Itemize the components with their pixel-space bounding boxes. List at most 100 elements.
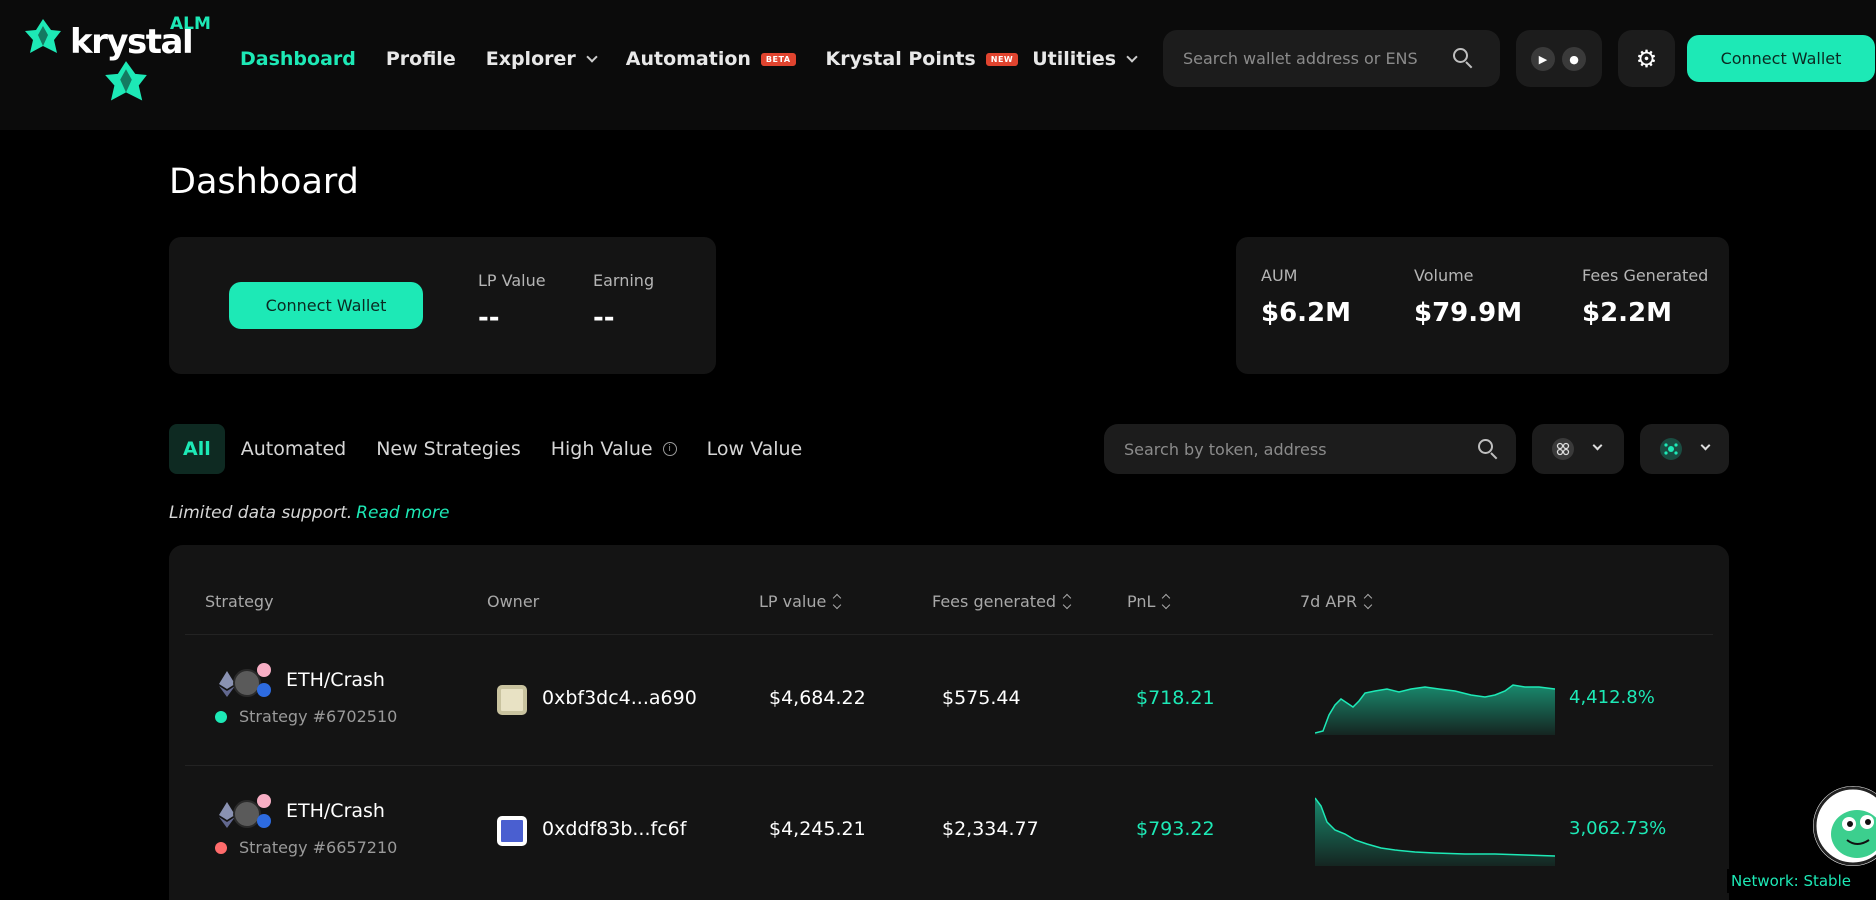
wallet-search-box bbox=[1163, 30, 1500, 87]
all-protocols-icon bbox=[1660, 438, 1682, 460]
tab-low-value[interactable]: Low Value bbox=[707, 424, 803, 474]
lp-value-cell: $4,684.22 bbox=[769, 687, 866, 709]
gear-icon: ⚙ bbox=[1635, 44, 1658, 73]
col-pnl[interactable]: PnL bbox=[1127, 592, 1171, 611]
top-header: krystal ALM Dashboard Profile Explorer A… bbox=[0, 0, 1876, 130]
tab-new-strategies[interactable]: New Strategies bbox=[376, 424, 521, 474]
all-chains-icon bbox=[1552, 438, 1574, 460]
info-icon[interactable]: i bbox=[662, 442, 677, 456]
chevron-down-icon bbox=[1126, 50, 1138, 63]
mascot-icon bbox=[1813, 786, 1876, 866]
col-lp-value[interactable]: LP value bbox=[759, 592, 842, 611]
chevron-down-icon bbox=[1700, 440, 1711, 451]
nav-explorer[interactable]: Explorer bbox=[485, 48, 598, 70]
nav-explorer-label: Explorer bbox=[485, 48, 576, 70]
chevron-down-icon bbox=[586, 50, 598, 63]
protocol-filter-dropdown[interactable] bbox=[1640, 424, 1729, 474]
search-icon[interactable] bbox=[1478, 439, 1498, 460]
strategy-pair: ETH/Crash bbox=[286, 669, 385, 691]
chain-icon bbox=[257, 683, 271, 697]
beta-badge: BETA bbox=[760, 52, 796, 66]
apple-icon[interactable]: ● bbox=[1562, 47, 1586, 71]
fees-cell: $2,334.77 bbox=[942, 818, 1039, 840]
search-icon[interactable] bbox=[1453, 48, 1473, 69]
sort-icon bbox=[1162, 593, 1171, 610]
strategy-id: Strategy #6702510 bbox=[215, 707, 398, 726]
wallet-search-input[interactable] bbox=[1183, 30, 1443, 87]
strategies-table: Strategy Owner LP value Fees generated P… bbox=[169, 545, 1729, 900]
aum-value: $6.2M bbox=[1261, 298, 1352, 328]
fees-cell: $575.44 bbox=[942, 687, 1021, 709]
strategy-search-input[interactable] bbox=[1124, 424, 1464, 474]
tab-automated[interactable]: Automated bbox=[241, 424, 346, 474]
page-title: Dashboard bbox=[169, 162, 359, 202]
sort-icon bbox=[1062, 593, 1072, 610]
strategy-search-box bbox=[1104, 424, 1516, 474]
read-more-link[interactable]: Read more bbox=[356, 503, 449, 523]
lp-value: -- bbox=[478, 303, 500, 333]
avatar bbox=[497, 685, 527, 715]
header-connect-wallet-button[interactable]: Connect Wallet bbox=[1687, 35, 1875, 82]
owner-address[interactable]: 0xbf3dc4...a690 bbox=[542, 687, 697, 709]
apr-sparkline bbox=[1315, 684, 1555, 735]
pnl-cell: $718.21 bbox=[1136, 687, 1215, 709]
strategy-id-label: Strategy #6702510 bbox=[239, 707, 398, 726]
new-badge: NEW bbox=[985, 52, 1019, 66]
data-support-notice: Limited data support. Read more bbox=[169, 503, 449, 523]
protocol-stats-card: AUM $6.2M Volume $79.9M Fees Generated $… bbox=[1236, 237, 1729, 374]
wallet-summary-card: Connect Wallet LP Value -- Earning -- bbox=[169, 237, 716, 374]
col-strategy: Strategy bbox=[205, 592, 274, 611]
col-owner: Owner bbox=[487, 592, 540, 611]
tab-high-value[interactable]: High Value i bbox=[551, 424, 677, 474]
lp-value-label: LP Value bbox=[478, 271, 546, 290]
nav-automation[interactable]: Automation BETA bbox=[626, 48, 796, 70]
nav-points-label: Krystal Points bbox=[825, 48, 976, 70]
col-apr-label: 7d APR bbox=[1300, 592, 1358, 611]
pnl-cell: $793.22 bbox=[1136, 818, 1215, 840]
google-play-icon[interactable]: ▶ bbox=[1531, 47, 1555, 71]
settings-button[interactable]: ⚙ bbox=[1618, 30, 1675, 87]
table-row[interactable]: ETH/Crash Strategy #6657210 0xddf83b...f… bbox=[169, 766, 1729, 896]
main-nav: Dashboard Profile Explorer Automation BE… bbox=[240, 46, 1166, 72]
chevron-down-icon bbox=[1592, 440, 1603, 451]
fees-generated-label: Fees Generated bbox=[1582, 266, 1709, 285]
token-pair-icons bbox=[219, 794, 281, 832]
network-status: Network: Stable bbox=[1727, 869, 1876, 893]
nav-utilities-label: Utilities bbox=[1032, 48, 1117, 70]
notice-text: Limited data support. bbox=[169, 503, 353, 523]
nav-profile[interactable]: Profile bbox=[386, 48, 456, 70]
protocol-icon bbox=[257, 794, 271, 808]
chain-filter-dropdown[interactable] bbox=[1532, 424, 1624, 474]
sort-icon bbox=[1363, 593, 1373, 610]
nav-krystal-points[interactable]: Krystal Points NEW bbox=[826, 48, 1019, 70]
nav-dashboard[interactable]: Dashboard bbox=[240, 48, 356, 70]
brand-tag: ALM bbox=[170, 14, 211, 34]
app-store-links: ▶ ● bbox=[1516, 30, 1602, 87]
col-7d-apr[interactable]: 7d APR bbox=[1300, 592, 1373, 611]
connect-wallet-button[interactable]: Connect Wallet bbox=[229, 282, 423, 329]
token-pair-icons bbox=[219, 663, 281, 701]
support-chat-button[interactable] bbox=[1813, 786, 1876, 866]
tab-all[interactable]: All bbox=[169, 424, 225, 474]
col-pnl-label: PnL bbox=[1127, 592, 1156, 611]
krystal-gem-icon bbox=[25, 19, 61, 53]
apr-cell: 3,062.73% bbox=[1569, 818, 1667, 839]
lp-value-cell: $4,245.21 bbox=[769, 818, 866, 840]
chain-icon bbox=[257, 814, 271, 828]
volume-label: Volume bbox=[1414, 266, 1474, 285]
col-fees-generated[interactable]: Fees generated bbox=[932, 592, 1072, 611]
col-fees-label: Fees generated bbox=[932, 592, 1057, 611]
col-lp-value-label: LP value bbox=[759, 592, 827, 611]
strategy-filter-tabs: All Automated New Strategies High Value … bbox=[169, 424, 832, 474]
krystal-logo[interactable]: krystal ALM bbox=[24, 14, 214, 104]
strategy-id: Strategy #6657210 bbox=[215, 838, 398, 857]
nav-utilities[interactable]: Utilities bbox=[1032, 48, 1138, 70]
strategy-pair: ETH/Crash bbox=[286, 800, 385, 822]
owner-address[interactable]: 0xddf83b...fc6f bbox=[542, 818, 686, 840]
strategy-id-label: Strategy #6657210 bbox=[239, 838, 398, 857]
sort-icon bbox=[833, 593, 842, 610]
table-row[interactable]: ETH/Crash Strategy #6702510 0xbf3dc4...a… bbox=[169, 635, 1729, 765]
earning-value: -- bbox=[593, 303, 615, 333]
protocol-icon bbox=[257, 663, 271, 677]
krystal-gem-icon bbox=[105, 61, 147, 101]
